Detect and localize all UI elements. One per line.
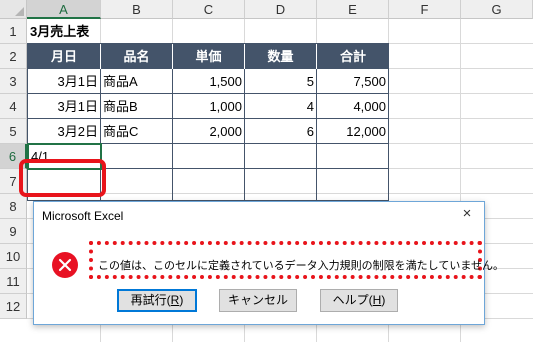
table-rule <box>27 118 389 119</box>
row-header-4[interactable]: 4 <box>0 94 27 119</box>
row-header-8[interactable]: 8 <box>0 194 27 219</box>
select-all-corner[interactable] <box>0 0 27 19</box>
table-cell[interactable]: 3月2日 <box>28 119 101 144</box>
row-header-3[interactable]: 3 <box>0 69 27 94</box>
error-icon <box>52 252 78 278</box>
row-header-12[interactable]: 12 <box>0 294 27 319</box>
error-x-icon <box>58 258 72 272</box>
table-header-cell[interactable]: 単価 <box>173 44 245 69</box>
table-rule <box>172 69 173 201</box>
help-label: ヘルプ( <box>332 293 373 307</box>
table-rule <box>316 69 317 201</box>
dialog-title: Microsoft Excel <box>42 209 124 223</box>
table-rule <box>244 69 245 201</box>
row-header-10[interactable]: 10 <box>0 244 27 269</box>
table-rule <box>27 93 389 94</box>
table-cell[interactable]: 商品B <box>103 94 173 119</box>
table-cell[interactable]: 6 <box>245 119 317 144</box>
row-header-11[interactable]: 11 <box>0 269 27 294</box>
dialog-message: この値は、このセルに定義されているデータ入力規則の制限を満たしていません。 <box>98 260 505 272</box>
table-cell[interactable]: 4,000 <box>317 94 389 119</box>
table-cell[interactable]: 12,000 <box>317 119 389 144</box>
select-all-triangle-icon <box>15 7 24 16</box>
column-header-g[interactable]: G <box>461 0 533 19</box>
row-header-2[interactable]: 2 <box>0 44 27 69</box>
retry-button[interactable]: 再試行(R) <box>117 289 197 312</box>
table-header-cell[interactable]: 合計 <box>317 44 389 69</box>
column-header-b[interactable]: B <box>101 0 173 19</box>
column-header-e[interactable]: E <box>317 0 389 19</box>
column-header-d[interactable]: D <box>245 0 317 19</box>
highlight-callout-a6 <box>19 159 106 197</box>
row-header-5[interactable]: 5 <box>0 119 27 144</box>
cancel-button[interactable]: キャンセル <box>219 289 297 312</box>
help-paren: ) <box>381 293 386 307</box>
column-header-c[interactable]: C <box>173 0 245 19</box>
row-header-9[interactable]: 9 <box>0 219 27 244</box>
table-header-cell[interactable]: 品名 <box>101 44 173 69</box>
close-icon[interactable]: × <box>459 205 475 222</box>
table-cell[interactable]: 商品C <box>103 119 173 144</box>
help-button[interactable]: ヘルプ(H) <box>320 289 398 312</box>
table-cell[interactable]: 商品A <box>103 69 173 94</box>
table-cell[interactable]: 1,500 <box>173 69 245 94</box>
error-dialog: Microsoft Excel × この値は、このセルに定義されているデータ入力… <box>33 201 504 325</box>
table-header-cell[interactable]: 数量 <box>245 44 317 69</box>
retry-label: 再試行( <box>130 293 171 307</box>
table-cell[interactable]: 2,000 <box>173 119 245 144</box>
table-cell[interactable]: 3月1日 <box>28 69 101 94</box>
retry-paren: ) <box>179 293 184 307</box>
table-cell[interactable]: 7,500 <box>317 69 389 94</box>
column-header-f[interactable]: F <box>389 0 461 19</box>
table-cell[interactable]: 3月1日 <box>28 94 101 119</box>
table-cell[interactable]: 1,000 <box>173 94 245 119</box>
column-header-a[interactable]: A <box>27 0 101 19</box>
table-cell[interactable]: 5 <box>245 69 317 94</box>
table-cell[interactable]: 4 <box>245 94 317 119</box>
sheet-title-cell[interactable]: 3月売上表 <box>30 19 170 44</box>
table-header-cell[interactable]: 月日 <box>28 44 101 69</box>
row-header-1[interactable]: 1 <box>0 19 27 44</box>
